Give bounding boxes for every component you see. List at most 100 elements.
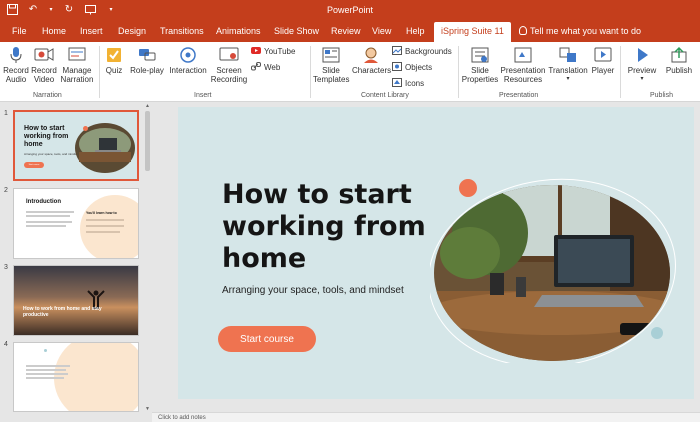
slide-thumbnail-1[interactable]: How to start working from home Arranging… [13, 110, 139, 181]
role-play-button[interactable]: Role-play [130, 46, 164, 75]
tab-animations[interactable]: Animations [216, 26, 261, 36]
manage-narration-icon [68, 47, 86, 61]
character-icon [364, 47, 378, 63]
publish-label: Publish [665, 66, 693, 75]
slide-thumbnail-2[interactable]: Introduction You'll learn how to [13, 188, 139, 259]
thumbnail-side-title: You'll learn how to [86, 211, 117, 215]
record-audio-label-1: Record [3, 66, 29, 75]
backgrounds-button[interactable]: Backgrounds [392, 46, 452, 56]
backgrounds-label: Backgrounds [405, 47, 452, 56]
slide-editor: How to start working from home Arranging… [152, 103, 700, 412]
thumbnail-text-line [26, 221, 72, 223]
tab-slide-show[interactable]: Slide Show [274, 26, 319, 36]
thumbnail-shape [80, 195, 138, 258]
slide-thumbnails-pane: 1 How to start working from home Arrangi… [0, 103, 152, 412]
thumbnail-dot [83, 126, 88, 131]
thumbnail-text-line [26, 215, 70, 217]
video-camera-icon [34, 48, 54, 61]
thumbnail-dot [44, 349, 47, 352]
link-icon [251, 62, 261, 71]
thumbnail-scrollbar[interactable]: ▲ ▼ [144, 103, 151, 412]
orange-dot [459, 179, 477, 197]
screen-recording-button[interactable]: Screen Recording [210, 46, 248, 84]
tab-ispring-suite[interactable]: iSpring Suite 11 [434, 22, 511, 42]
youtube-button[interactable]: YouTube [251, 46, 295, 56]
quiz-label: Quiz [105, 66, 123, 75]
translation-button[interactable]: Translation ▾ [548, 46, 588, 84]
thumbnail-shape [54, 343, 138, 411]
translation-icon [559, 47, 576, 62]
tab-design[interactable]: Design [118, 26, 146, 36]
slide-templates-icon [322, 47, 340, 63]
current-slide[interactable]: How to start working from home Arranging… [178, 107, 694, 399]
objects-button[interactable]: Objects [392, 62, 432, 72]
slide-properties-button[interactable]: Slide Properties [461, 46, 499, 84]
tab-help[interactable]: Help [406, 26, 425, 36]
web-label: Web [264, 63, 281, 72]
thumbnail-subtitle: Arranging your space, tools, and mindset [24, 152, 79, 156]
thumbnail-text-line [86, 219, 124, 221]
manage-narration-button[interactable]: Manage Narration [59, 46, 95, 84]
icons-label: Icons [405, 79, 425, 88]
icons-icon [392, 78, 402, 87]
characters-button[interactable]: Characters [352, 46, 392, 75]
tab-review[interactable]: Review [331, 26, 361, 36]
publish-button[interactable]: Publish [662, 46, 696, 75]
web-button[interactable]: Web [251, 62, 280, 72]
presentation-resources-icon [514, 47, 532, 63]
scroll-up-icon[interactable]: ▲ [144, 103, 151, 109]
objects-label: Objects [405, 63, 433, 72]
interaction-icon [180, 47, 196, 63]
chevron-down-icon: ▾ [566, 76, 570, 82]
presentation-resources-label-2: Resources [503, 75, 543, 84]
screen-recording-label-2: Recording [210, 75, 248, 84]
role-play-label: Role-play [130, 66, 164, 75]
start-course-button[interactable]: Start course [218, 326, 316, 352]
slide-subtitle[interactable]: Arranging your space, tools, and mindset [222, 285, 404, 296]
youtube-icon [251, 47, 261, 54]
tab-insert[interactable]: Insert [80, 26, 103, 36]
preview-button[interactable]: Preview ▾ [626, 46, 658, 84]
slide-templates-label-1: Slide [322, 66, 340, 75]
tab-transitions[interactable]: Transitions [160, 26, 204, 36]
icons-button[interactable]: Icons [392, 78, 424, 88]
record-audio-button[interactable]: Record Audio [3, 46, 29, 84]
youtube-label: YouTube [264, 47, 296, 56]
publish-icon [671, 46, 687, 63]
thumbnail-number: 4 [4, 341, 8, 348]
app-title: PowerPoint [326, 5, 374, 15]
slide-title[interactable]: How to start working from home [222, 179, 432, 275]
lightbulb-icon [519, 26, 527, 35]
slide-templates-label-2: Templates [313, 75, 350, 84]
presentation-resources-button[interactable]: Presentation Resources [500, 46, 546, 84]
thumbnail-number: 3 [4, 264, 8, 271]
characters-label: Characters [352, 66, 392, 75]
record-video-label-2: Video [33, 75, 55, 84]
slide-templates-button[interactable]: Slide Templates [313, 46, 349, 84]
tab-home[interactable]: Home [42, 26, 66, 36]
thumbnail-title: Introduction [26, 199, 61, 205]
scroll-down-icon[interactable]: ▼ [144, 406, 151, 412]
scrollbar-thumb[interactable] [145, 111, 150, 171]
tab-view[interactable]: View [372, 26, 391, 36]
notes-pane[interactable]: Click to add notes [152, 412, 700, 422]
player-button[interactable]: Player [590, 46, 616, 75]
slide-thumbnail-3[interactable]: How to work from home and stay productiv… [13, 265, 139, 336]
translation-label: Translation [548, 66, 588, 75]
ribbon-separator [310, 46, 311, 98]
quiz-button[interactable]: Quiz [103, 46, 125, 75]
interaction-button[interactable]: Interaction [168, 46, 208, 75]
interaction-label: Interaction [169, 66, 207, 75]
record-video-button[interactable]: Record Video [31, 46, 57, 84]
preview-label: Preview [627, 66, 657, 75]
slide-properties-label-2: Properties [461, 75, 499, 84]
thumbnail-button: Start course [24, 162, 44, 168]
presentation-resources-label-1: Presentation [500, 66, 546, 75]
tell-me-search[interactable]: Tell me what you want to do [519, 26, 641, 36]
record-audio-label-2: Audio [5, 75, 27, 84]
ribbon-separator [99, 46, 100, 98]
thumbnail-title: How to work from home and stay productiv… [23, 306, 102, 318]
slide-thumbnail-4[interactable] [13, 342, 139, 412]
thumbnail-text-line [26, 365, 70, 367]
tab-file[interactable]: File [12, 26, 27, 36]
